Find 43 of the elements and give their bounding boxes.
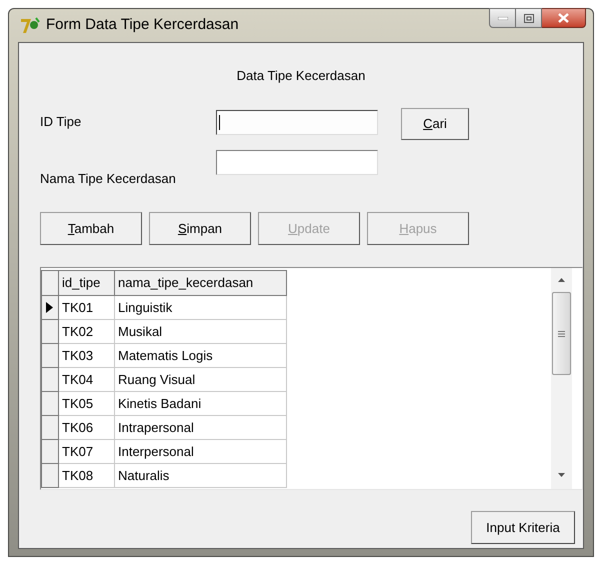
table-cell: TK07 xyxy=(58,440,114,464)
table-cell: TK02 xyxy=(58,320,114,344)
table-cell: TK01 xyxy=(58,296,114,320)
table-cell: Musikal xyxy=(114,320,286,344)
table-cell: Linguistik xyxy=(114,296,286,320)
table-cell: Naturalis xyxy=(114,464,286,488)
table-cell: TK06 xyxy=(58,416,114,440)
field-label: Nama Tipe Kecerdasan xyxy=(40,170,176,185)
field-label: ID Tipe xyxy=(40,113,82,128)
action-button[interactable]: Simpan xyxy=(149,212,251,245)
column-header[interactable]: nama_tipe_kecerdasan xyxy=(114,270,286,296)
scroll-down-arrow-icon xyxy=(558,473,565,477)
text-field[interactable] xyxy=(216,110,378,135)
maximize-icon xyxy=(524,14,534,22)
search-button[interactable]: Cari xyxy=(401,108,469,140)
table-cell: TK03 xyxy=(58,344,114,368)
maximize-button[interactable] xyxy=(516,8,542,28)
row-indicator[interactable] xyxy=(42,296,58,320)
scrollbar[interactable] xyxy=(551,268,572,489)
text-field[interactable] xyxy=(216,150,378,175)
table-cell: TK05 xyxy=(58,392,114,416)
column-header[interactable]: id_tipe xyxy=(58,270,114,296)
form-heading: Data Tipe Kecerdasan xyxy=(236,67,366,84)
current-row-icon xyxy=(46,302,53,313)
window-title: Form Data Tipe Kercerdasan xyxy=(46,15,239,36)
table-cell: TK08 xyxy=(58,464,114,488)
scrollbar-thumb[interactable] xyxy=(552,292,571,375)
row-header-corner xyxy=(42,270,58,296)
table-cell: Ruang Visual xyxy=(114,368,286,392)
minimize-button[interactable] xyxy=(489,8,516,28)
table-cell: Intrapersonal xyxy=(114,416,286,440)
action-button[interactable]: Tambah xyxy=(40,212,142,245)
close-icon xyxy=(558,13,569,23)
table-cell: Kinetis Badani xyxy=(114,392,286,416)
input-criteria-button[interactable]: Input Kriteria xyxy=(471,511,575,544)
grip-icon xyxy=(558,330,565,336)
table-cell: Matematis Logis xyxy=(114,344,286,368)
close-button[interactable] xyxy=(542,8,586,28)
scroll-up-arrow-icon xyxy=(558,278,565,282)
table-cell: TK04 xyxy=(58,368,114,392)
table-cell: Interpersonal xyxy=(114,440,286,464)
app-icon xyxy=(20,16,40,34)
minimize-icon xyxy=(498,16,508,20)
